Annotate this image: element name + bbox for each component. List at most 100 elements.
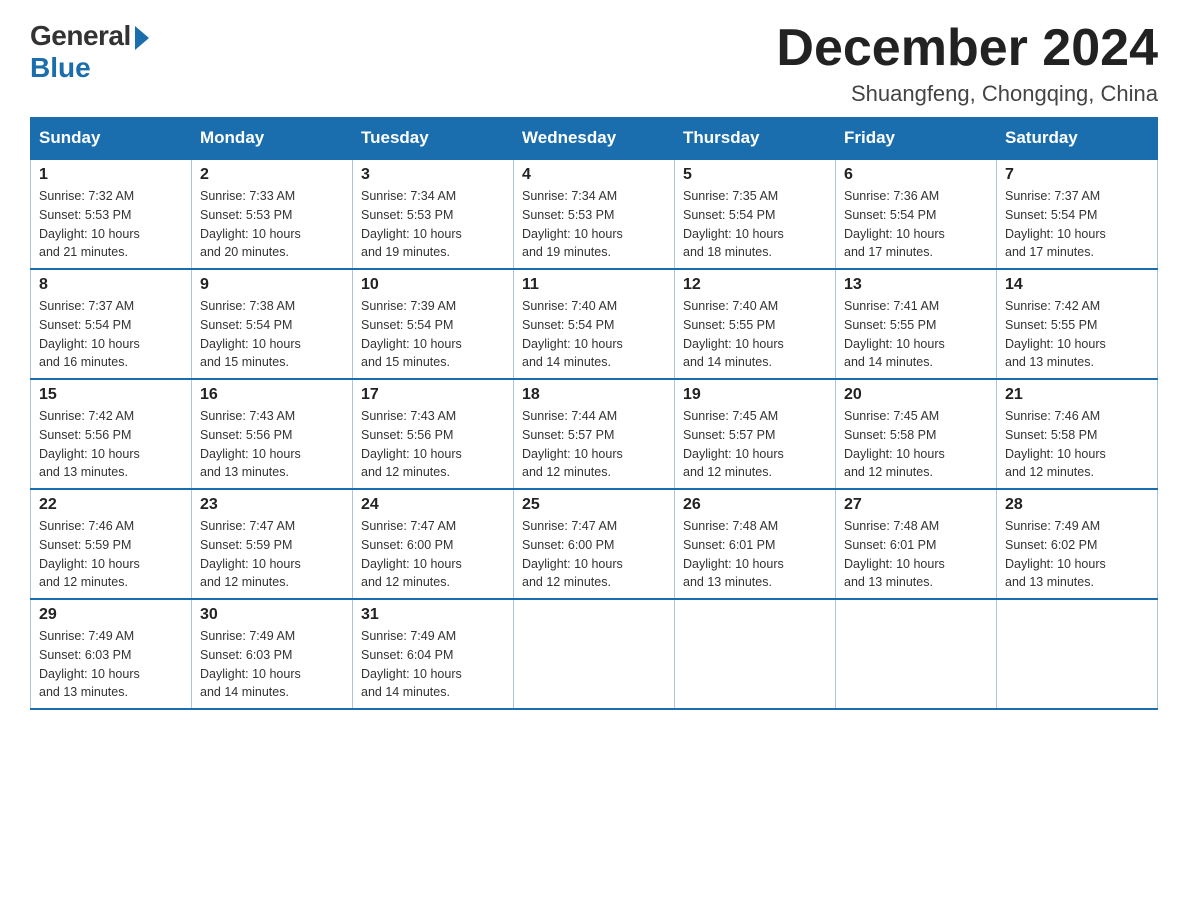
day-number: 7 bbox=[1005, 166, 1149, 184]
calendar-cell: 9 Sunrise: 7:38 AM Sunset: 5:54 PM Dayli… bbox=[192, 269, 353, 379]
location-subtitle: Shuangfeng, Chongqing, China bbox=[776, 81, 1158, 107]
calendar-cell: 14 Sunrise: 7:42 AM Sunset: 5:55 PM Dayl… bbox=[997, 269, 1158, 379]
day-number: 27 bbox=[844, 496, 988, 514]
title-block: December 2024 Shuangfeng, Chongqing, Chi… bbox=[776, 20, 1158, 107]
day-info: Sunrise: 7:49 AM Sunset: 6:02 PM Dayligh… bbox=[1005, 517, 1149, 592]
day-info: Sunrise: 7:40 AM Sunset: 5:54 PM Dayligh… bbox=[522, 297, 666, 372]
calendar-cell: 13 Sunrise: 7:41 AM Sunset: 5:55 PM Dayl… bbox=[836, 269, 997, 379]
weekday-header-sunday: Sunday bbox=[31, 118, 192, 160]
day-info: Sunrise: 7:36 AM Sunset: 5:54 PM Dayligh… bbox=[844, 187, 988, 262]
day-info: Sunrise: 7:35 AM Sunset: 5:54 PM Dayligh… bbox=[683, 187, 827, 262]
day-number: 16 bbox=[200, 386, 344, 404]
day-info: Sunrise: 7:45 AM Sunset: 5:58 PM Dayligh… bbox=[844, 407, 988, 482]
calendar-cell: 4 Sunrise: 7:34 AM Sunset: 5:53 PM Dayli… bbox=[514, 159, 675, 269]
calendar-cell: 5 Sunrise: 7:35 AM Sunset: 5:54 PM Dayli… bbox=[675, 159, 836, 269]
day-info: Sunrise: 7:37 AM Sunset: 5:54 PM Dayligh… bbox=[1005, 187, 1149, 262]
day-number: 11 bbox=[522, 276, 666, 294]
day-info: Sunrise: 7:49 AM Sunset: 6:04 PM Dayligh… bbox=[361, 627, 505, 702]
day-info: Sunrise: 7:47 AM Sunset: 6:00 PM Dayligh… bbox=[361, 517, 505, 592]
weekday-header-saturday: Saturday bbox=[997, 118, 1158, 160]
calendar-cell: 12 Sunrise: 7:40 AM Sunset: 5:55 PM Dayl… bbox=[675, 269, 836, 379]
day-number: 22 bbox=[39, 496, 183, 514]
day-info: Sunrise: 7:43 AM Sunset: 5:56 PM Dayligh… bbox=[200, 407, 344, 482]
calendar-cell: 26 Sunrise: 7:48 AM Sunset: 6:01 PM Dayl… bbox=[675, 489, 836, 599]
page-header: General Blue December 2024 Shuangfeng, C… bbox=[30, 20, 1158, 107]
calendar-cell: 16 Sunrise: 7:43 AM Sunset: 5:56 PM Dayl… bbox=[192, 379, 353, 489]
day-number: 13 bbox=[844, 276, 988, 294]
calendar-cell bbox=[836, 599, 997, 709]
logo: General Blue bbox=[30, 20, 149, 84]
calendar-cell: 2 Sunrise: 7:33 AM Sunset: 5:53 PM Dayli… bbox=[192, 159, 353, 269]
calendar-cell: 7 Sunrise: 7:37 AM Sunset: 5:54 PM Dayli… bbox=[997, 159, 1158, 269]
day-info: Sunrise: 7:42 AM Sunset: 5:55 PM Dayligh… bbox=[1005, 297, 1149, 372]
day-number: 31 bbox=[361, 606, 505, 624]
day-number: 29 bbox=[39, 606, 183, 624]
day-info: Sunrise: 7:34 AM Sunset: 5:53 PM Dayligh… bbox=[522, 187, 666, 262]
calendar-cell: 10 Sunrise: 7:39 AM Sunset: 5:54 PM Dayl… bbox=[353, 269, 514, 379]
calendar-cell: 6 Sunrise: 7:36 AM Sunset: 5:54 PM Dayli… bbox=[836, 159, 997, 269]
weekday-header-wednesday: Wednesday bbox=[514, 118, 675, 160]
calendar-cell bbox=[514, 599, 675, 709]
calendar-cell: 30 Sunrise: 7:49 AM Sunset: 6:03 PM Dayl… bbox=[192, 599, 353, 709]
day-number: 18 bbox=[522, 386, 666, 404]
calendar-cell: 11 Sunrise: 7:40 AM Sunset: 5:54 PM Dayl… bbox=[514, 269, 675, 379]
calendar-cell: 20 Sunrise: 7:45 AM Sunset: 5:58 PM Dayl… bbox=[836, 379, 997, 489]
day-number: 30 bbox=[200, 606, 344, 624]
day-info: Sunrise: 7:47 AM Sunset: 6:00 PM Dayligh… bbox=[522, 517, 666, 592]
calendar-cell: 31 Sunrise: 7:49 AM Sunset: 6:04 PM Dayl… bbox=[353, 599, 514, 709]
calendar-cell: 8 Sunrise: 7:37 AM Sunset: 5:54 PM Dayli… bbox=[31, 269, 192, 379]
calendar-cell: 17 Sunrise: 7:43 AM Sunset: 5:56 PM Dayl… bbox=[353, 379, 514, 489]
calendar-cell: 1 Sunrise: 7:32 AM Sunset: 5:53 PM Dayli… bbox=[31, 159, 192, 269]
day-info: Sunrise: 7:45 AM Sunset: 5:57 PM Dayligh… bbox=[683, 407, 827, 482]
day-number: 17 bbox=[361, 386, 505, 404]
calendar-cell: 18 Sunrise: 7:44 AM Sunset: 5:57 PM Dayl… bbox=[514, 379, 675, 489]
day-number: 25 bbox=[522, 496, 666, 514]
calendar-cell: 24 Sunrise: 7:47 AM Sunset: 6:00 PM Dayl… bbox=[353, 489, 514, 599]
day-info: Sunrise: 7:37 AM Sunset: 5:54 PM Dayligh… bbox=[39, 297, 183, 372]
day-info: Sunrise: 7:46 AM Sunset: 5:58 PM Dayligh… bbox=[1005, 407, 1149, 482]
calendar-cell: 29 Sunrise: 7:49 AM Sunset: 6:03 PM Dayl… bbox=[31, 599, 192, 709]
day-number: 12 bbox=[683, 276, 827, 294]
day-number: 2 bbox=[200, 166, 344, 184]
day-info: Sunrise: 7:40 AM Sunset: 5:55 PM Dayligh… bbox=[683, 297, 827, 372]
day-number: 10 bbox=[361, 276, 505, 294]
day-info: Sunrise: 7:48 AM Sunset: 6:01 PM Dayligh… bbox=[683, 517, 827, 592]
day-number: 28 bbox=[1005, 496, 1149, 514]
day-number: 23 bbox=[200, 496, 344, 514]
calendar-cell: 28 Sunrise: 7:49 AM Sunset: 6:02 PM Dayl… bbox=[997, 489, 1158, 599]
day-info: Sunrise: 7:43 AM Sunset: 5:56 PM Dayligh… bbox=[361, 407, 505, 482]
logo-blue-text: Blue bbox=[30, 52, 91, 84]
day-number: 26 bbox=[683, 496, 827, 514]
day-info: Sunrise: 7:32 AM Sunset: 5:53 PM Dayligh… bbox=[39, 187, 183, 262]
weekday-header-thursday: Thursday bbox=[675, 118, 836, 160]
weekday-header-tuesday: Tuesday bbox=[353, 118, 514, 160]
day-number: 19 bbox=[683, 386, 827, 404]
day-number: 5 bbox=[683, 166, 827, 184]
day-number: 20 bbox=[844, 386, 988, 404]
weekday-header-friday: Friday bbox=[836, 118, 997, 160]
day-info: Sunrise: 7:42 AM Sunset: 5:56 PM Dayligh… bbox=[39, 407, 183, 482]
day-number: 21 bbox=[1005, 386, 1149, 404]
calendar-cell: 3 Sunrise: 7:34 AM Sunset: 5:53 PM Dayli… bbox=[353, 159, 514, 269]
day-number: 9 bbox=[200, 276, 344, 294]
day-info: Sunrise: 7:41 AM Sunset: 5:55 PM Dayligh… bbox=[844, 297, 988, 372]
weekday-header-monday: Monday bbox=[192, 118, 353, 160]
day-info: Sunrise: 7:39 AM Sunset: 5:54 PM Dayligh… bbox=[361, 297, 505, 372]
day-info: Sunrise: 7:49 AM Sunset: 6:03 PM Dayligh… bbox=[200, 627, 344, 702]
day-number: 3 bbox=[361, 166, 505, 184]
calendar-cell: 15 Sunrise: 7:42 AM Sunset: 5:56 PM Dayl… bbox=[31, 379, 192, 489]
calendar-cell: 19 Sunrise: 7:45 AM Sunset: 5:57 PM Dayl… bbox=[675, 379, 836, 489]
logo-arrow-icon bbox=[135, 26, 149, 50]
day-number: 4 bbox=[522, 166, 666, 184]
calendar-cell: 25 Sunrise: 7:47 AM Sunset: 6:00 PM Dayl… bbox=[514, 489, 675, 599]
logo-general-text: General bbox=[30, 20, 131, 52]
day-number: 6 bbox=[844, 166, 988, 184]
calendar-cell bbox=[997, 599, 1158, 709]
calendar-cell: 21 Sunrise: 7:46 AM Sunset: 5:58 PM Dayl… bbox=[997, 379, 1158, 489]
calendar-cell: 27 Sunrise: 7:48 AM Sunset: 6:01 PM Dayl… bbox=[836, 489, 997, 599]
day-info: Sunrise: 7:44 AM Sunset: 5:57 PM Dayligh… bbox=[522, 407, 666, 482]
calendar-cell bbox=[675, 599, 836, 709]
day-number: 1 bbox=[39, 166, 183, 184]
calendar-cell: 22 Sunrise: 7:46 AM Sunset: 5:59 PM Dayl… bbox=[31, 489, 192, 599]
day-number: 14 bbox=[1005, 276, 1149, 294]
